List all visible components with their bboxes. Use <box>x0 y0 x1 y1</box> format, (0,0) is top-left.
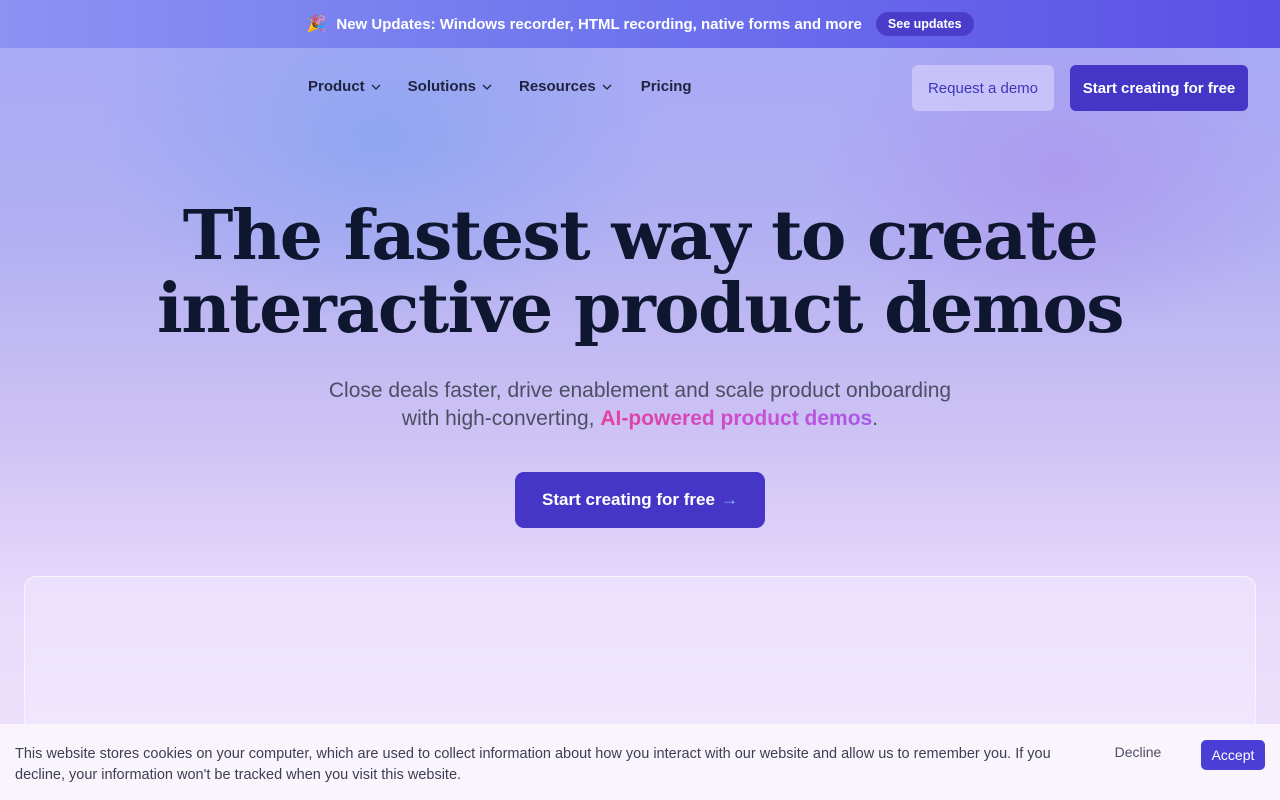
top-nav: Product Solutions Resources Pricing Requ… <box>0 48 1280 128</box>
nav-item-solutions[interactable]: Solutions <box>408 78 493 95</box>
chevron-down-icon <box>371 84 381 90</box>
hero-subtitle-prefix: with high-converting, <box>401 407 595 430</box>
hero-subtitle-line-1: Close deals faster, drive enablement and… <box>328 379 952 402</box>
cookie-decline-button[interactable]: Decline <box>1104 744 1172 764</box>
request-demo-button[interactable]: Request a demo <box>912 65 1054 111</box>
announcement-bar: 🎉 New Updates: Windows recorder, HTML re… <box>0 0 1280 48</box>
nav-item-pricing[interactable]: Pricing <box>641 78 692 95</box>
start-free-nav-button[interactable]: Start creating for free <box>1070 65 1248 111</box>
start-free-hero-button[interactable]: Start creating for free → <box>515 472 765 528</box>
nav-item-label: Product <box>308 78 365 95</box>
see-updates-button[interactable]: See updates <box>875 12 974 36</box>
nav-item-label: Resources <box>519 78 596 95</box>
cookie-text: This website stores cookies on your comp… <box>15 746 1051 783</box>
party-popper-icon: 🎉 <box>306 16 327 33</box>
cta-label: Start creating for free <box>542 490 715 509</box>
nav-item-label: Pricing <box>640 78 692 95</box>
hero-subtitle-suffix: . <box>872 407 879 430</box>
cookie-banner: This website stores cookies on your comp… <box>0 724 1280 800</box>
hero-subtitle-highlight: AI-powered product demos <box>600 407 873 430</box>
cookie-accept-button[interactable]: Accept <box>1201 740 1265 770</box>
chevron-down-icon <box>482 84 492 90</box>
nav-item-label: Solutions <box>407 78 476 95</box>
arrow-right-icon: → <box>720 490 738 509</box>
hero-title-line-1: The fastest way to create <box>182 196 1099 276</box>
chevron-down-icon <box>602 84 612 90</box>
nav-item-resources[interactable]: Resources <box>519 78 613 95</box>
announcement-text: New Updates: Windows recorder, HTML reco… <box>336 15 862 33</box>
hero-title: The fastest way to create interactive pr… <box>0 200 1280 346</box>
hero-subtitle: Close deals faster, drive enablement and… <box>0 377 1280 433</box>
nav-item-product[interactable]: Product <box>308 78 382 95</box>
hero-title-line-2: interactive product demos <box>156 269 1125 349</box>
nav-links: Product Solutions Resources Pricing <box>308 78 692 95</box>
